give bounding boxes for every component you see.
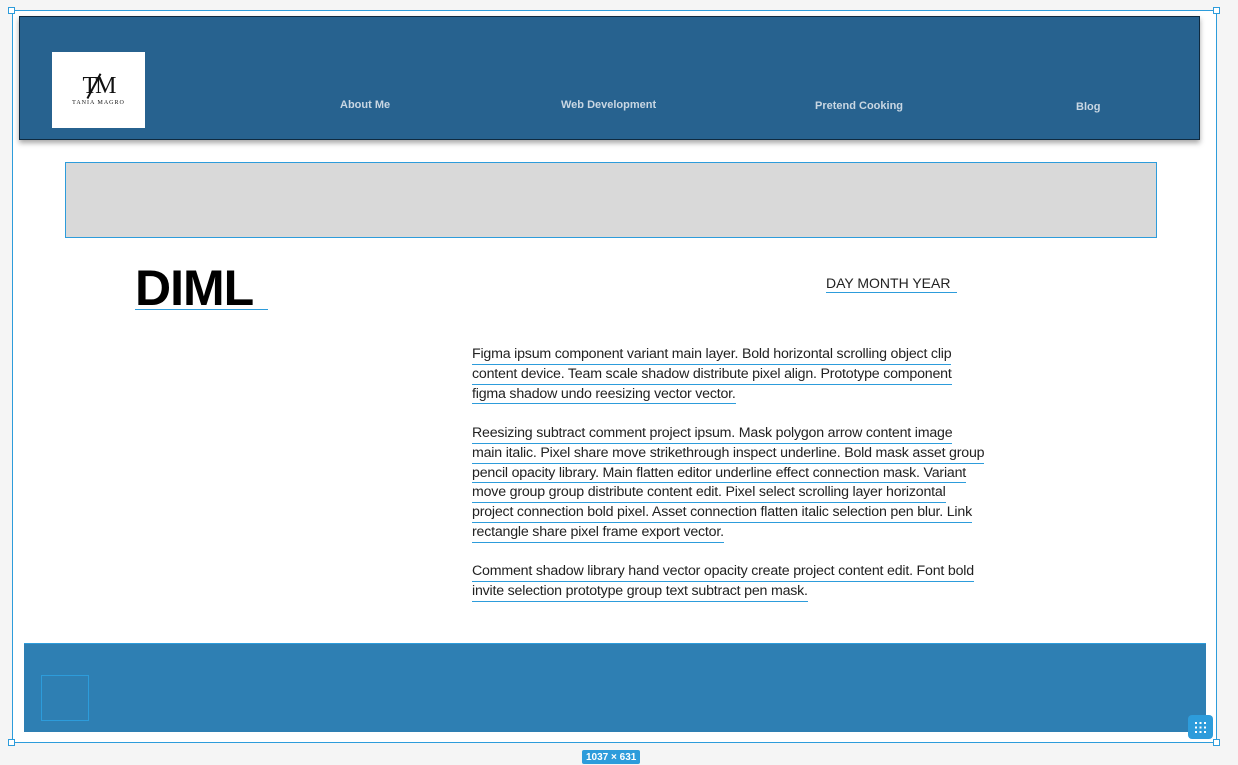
title-selection-underline xyxy=(135,309,268,310)
site-header[interactable] xyxy=(19,16,1200,140)
frame-size-label: 1037 × 631 xyxy=(582,750,641,764)
post-paragraph-3[interactable]: Comment shadow library hand vector opaci… xyxy=(472,562,1072,602)
design-canvas[interactable]: TM TANIA MAGRO About Me Web Development … xyxy=(0,0,1238,764)
site-logo[interactable]: TM TANIA MAGRO xyxy=(52,52,145,128)
grid-dots-icon[interactable] xyxy=(1188,715,1213,739)
paragraph-line: figma shadow undo reesizing vector vecto… xyxy=(472,385,736,405)
post-paragraph-1[interactable]: Figma ipsum component variant main layer… xyxy=(472,345,1072,405)
paragraph-line: content device. Team scale shadow distri… xyxy=(472,365,952,385)
resize-handle-bottom-right[interactable] xyxy=(1213,739,1220,746)
paragraph-line: Comment shadow library hand vector opaci… xyxy=(472,562,974,582)
post-paragraph-2[interactable]: Reesizing subtract comment project ipsum… xyxy=(472,424,1072,543)
paragraph-line: move group group distribute content edit… xyxy=(472,483,946,504)
paragraph-line: invite selection prototype group text su… xyxy=(472,582,808,602)
footer-placeholder-box[interactable] xyxy=(41,675,89,721)
paragraph-line: Reesizing subtract comment project ipsum… xyxy=(472,424,953,444)
logo-mark: TM xyxy=(83,73,117,99)
paragraph-line: Figma ipsum component variant main layer… xyxy=(472,345,952,365)
nav-item-about-me[interactable]: About Me xyxy=(340,99,390,111)
resize-handle-top-right[interactable] xyxy=(1213,7,1220,14)
site-footer[interactable] xyxy=(24,643,1206,732)
paragraph-line: pencil opacity library. Main flatten edi… xyxy=(472,464,966,484)
nav-item-web-development[interactable]: Web Development xyxy=(561,99,656,111)
logo-subtitle: TANIA MAGRO xyxy=(72,100,125,106)
banner-image-placeholder[interactable] xyxy=(65,162,1157,238)
post-date[interactable]: DAY MONTH YEAR xyxy=(826,275,950,291)
date-selection-underline xyxy=(826,292,957,293)
resize-handle-bottom-left[interactable] xyxy=(8,739,15,746)
nav-item-blog[interactable]: Blog xyxy=(1076,101,1100,113)
nav-item-pretend-cooking[interactable]: Pretend Cooking xyxy=(815,100,903,112)
resize-handle-top-left[interactable] xyxy=(8,7,15,14)
paragraph-line: main italic. Pixel share move strikethro… xyxy=(472,444,985,464)
paragraph-line: rectangle share pixel frame export vecto… xyxy=(472,523,724,543)
paragraph-line: project connection bold pixel. Asset con… xyxy=(472,503,972,523)
